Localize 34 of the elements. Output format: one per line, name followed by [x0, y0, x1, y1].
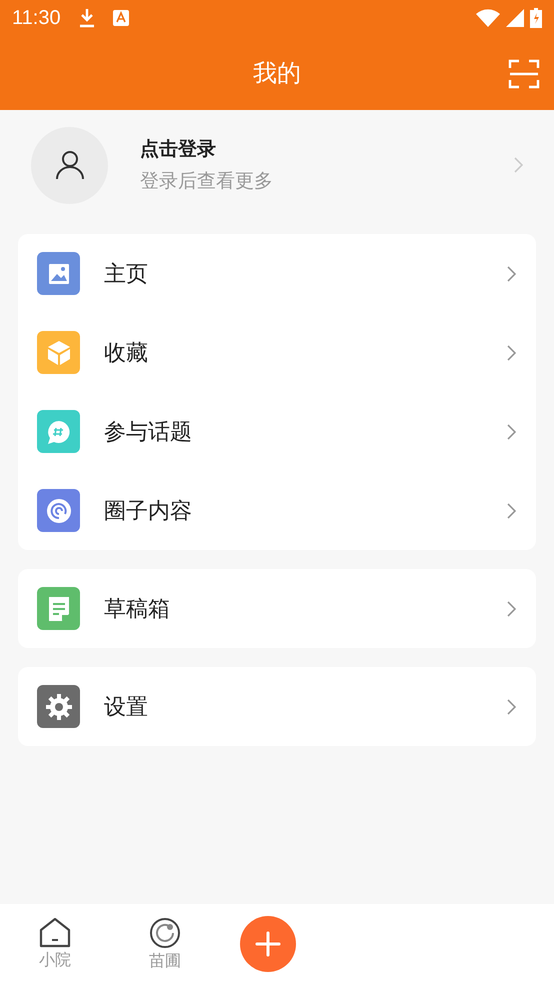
chevron-icon: [506, 422, 516, 440]
download-icon: [78, 8, 95, 28]
plus-icon: [255, 931, 281, 957]
home-icon: [39, 918, 71, 948]
wifi-icon: [476, 9, 500, 27]
menu-item[interactable]: 收藏: [104, 338, 506, 368]
chevron-icon: [506, 344, 516, 362]
circle-icon: [149, 916, 181, 948]
chevron-icon: [506, 502, 516, 520]
chevron-icon: [506, 600, 516, 618]
battery-icon: [530, 8, 542, 28]
swirl-icon: [46, 498, 72, 524]
chevron-icon: [513, 156, 523, 174]
keyboard-icon: [112, 10, 129, 26]
menu-item[interactable]: 圈子内容: [104, 496, 506, 526]
chevron-icon: [506, 698, 516, 716]
login-hint: 登录后查看更多: [140, 169, 274, 194]
menu-item[interactable]: 主页: [104, 258, 506, 288]
page-title: 我的: [253, 58, 301, 89]
menu-item[interactable]: 设置: [104, 692, 506, 722]
chat-bubble-icon: [46, 418, 72, 444]
menu-item[interactable]: 草稿箱: [104, 594, 506, 624]
login-link[interactable]: 点击登录: [140, 136, 513, 162]
chevron-icon: [506, 264, 516, 282]
signal-icon: [506, 9, 524, 27]
menu-item[interactable]: 参与话题: [104, 416, 506, 446]
scan-icon: [508, 58, 540, 90]
cube-icon: [46, 340, 70, 366]
note-icon: [48, 596, 70, 622]
settings-icon: [46, 694, 72, 720]
status-time: 11:30: [12, 6, 61, 30]
user-icon: [54, 150, 84, 180]
image-icon: [48, 262, 70, 284]
scan-button[interactable]: [508, 58, 540, 90]
